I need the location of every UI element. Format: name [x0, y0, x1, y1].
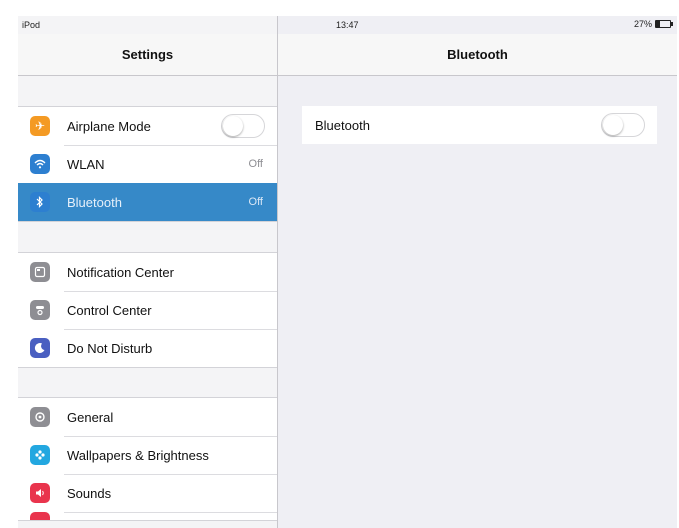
sidebar-item-label: Wallpapers & Brightness: [67, 447, 209, 463]
notification-center-icon: [30, 262, 50, 282]
moon-icon: [30, 338, 50, 358]
wifi-icon: [30, 154, 50, 174]
sidebar-item-general[interactable]: General: [18, 398, 277, 436]
settings-navbar: Settings: [18, 34, 277, 76]
settings-master-pane: Settings ✈ Airplane Mode WLAN Off Blueto…: [18, 16, 278, 528]
sidebar-item-label: General: [67, 409, 114, 425]
sidebar-item-airplane-mode[interactable]: ✈ Airplane Mode: [18, 107, 277, 145]
sidebar-item-sounds[interactable]: Sounds: [18, 474, 277, 512]
toggle-knob: [603, 115, 623, 135]
airplane-mode-toggle[interactable]: [221, 114, 265, 138]
airplane-icon: ✈: [30, 116, 50, 136]
bluetooth-setting-row: Bluetooth: [302, 106, 657, 144]
speaker-icon: [30, 483, 50, 503]
ipad-screen: Settings ✈ Airplane Mode WLAN Off Blueto…: [18, 16, 677, 528]
flower-icon: [30, 445, 50, 465]
wlan-status-value: Off: [248, 158, 263, 170]
bluetooth-status-value: Off: [248, 196, 263, 208]
detail-navbar: Bluetooth: [278, 34, 677, 76]
sidebar-item-do-not-disturb[interactable]: Do Not Disturb: [18, 329, 277, 367]
sidebar-item-label: Notification Center: [67, 264, 174, 280]
bluetooth-icon: [30, 192, 50, 212]
settings-group-general: General Wallpapers & Brightness Sounds: [18, 397, 277, 521]
battery-percent: 27%: [633, 19, 652, 29]
bluetooth-detail-pane: Bluetooth Bluetooth: [278, 16, 677, 528]
battery-indicator: 27%: [633, 19, 673, 29]
sidebar-item-notification-center[interactable]: Notification Center: [18, 253, 277, 291]
status-time: 13:47: [336, 20, 359, 30]
partial-icon: [30, 512, 50, 520]
sidebar-item-label: Do Not Disturb: [67, 340, 153, 356]
status-bar: iPod 13:47 27%: [18, 16, 677, 34]
sidebar-item-control-center[interactable]: Control Center: [18, 291, 277, 329]
sidebar-item-label: WLAN: [67, 156, 105, 172]
detail-title: Bluetooth: [447, 47, 508, 62]
sidebar-item-wlan[interactable]: WLAN Off: [18, 145, 277, 183]
sidebar-item-partial: [18, 512, 277, 520]
battery-icon: [655, 20, 673, 28]
settings-group-notifications: Notification Center Control Center Do No…: [18, 252, 277, 368]
bluetooth-toggle[interactable]: [601, 113, 645, 137]
gear-icon: [30, 407, 50, 427]
page-title: Settings: [121, 47, 174, 62]
device-name: iPod: [22, 20, 41, 30]
sidebar-item-bluetooth[interactable]: Bluetooth Off: [18, 183, 277, 221]
sidebar-item-label: Sounds: [67, 485, 112, 501]
sidebar-item-label: Control Center: [67, 302, 152, 318]
sidebar-item-label: Bluetooth: [67, 194, 122, 210]
settings-group-connectivity: ✈ Airplane Mode WLAN Off Bluetooth Off: [18, 106, 277, 222]
toggle-knob: [223, 116, 243, 136]
sidebar-item-wallpapers-brightness[interactable]: Wallpapers & Brightness: [18, 436, 277, 474]
control-center-icon: [30, 300, 50, 320]
